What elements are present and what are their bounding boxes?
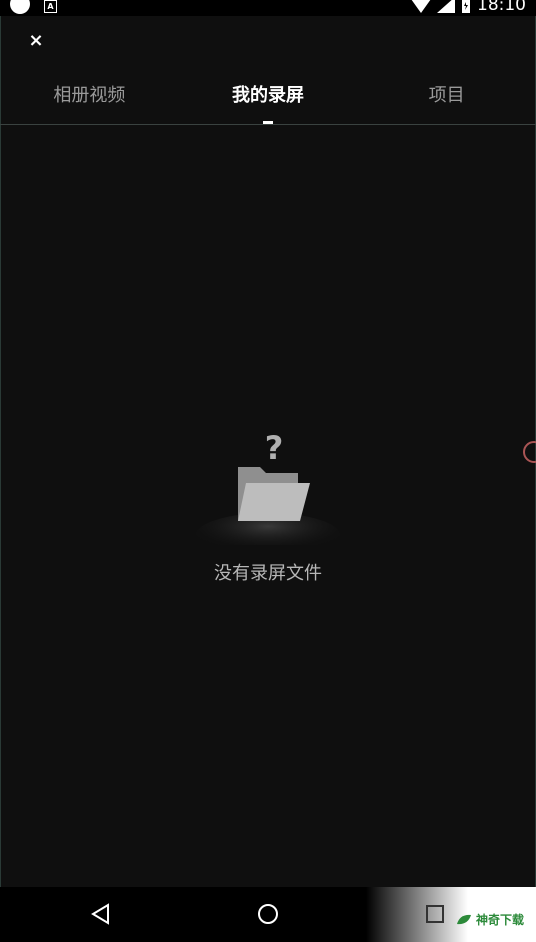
status-left-icons: A bbox=[10, 0, 57, 14]
empty-message: 没有录屏文件 bbox=[214, 563, 322, 584]
watermark: 神奇下载 bbox=[456, 911, 524, 928]
tab-bar: 相册视频 我的录屏 项目 bbox=[0, 76, 536, 124]
tab-album-videos[interactable]: 相册视频 bbox=[0, 76, 179, 124]
empty-state: ? 没有录屏文件 bbox=[0, 425, 536, 595]
circle-icon bbox=[10, 0, 30, 14]
status-bar: A 18:10 bbox=[0, 0, 536, 16]
wifi-icon bbox=[411, 0, 431, 13]
recents-icon[interactable] bbox=[422, 901, 448, 927]
status-right-icons: 18:10 bbox=[411, 0, 526, 15]
close-button[interactable]: × bbox=[25, 30, 47, 52]
tab-divider bbox=[0, 124, 536, 125]
signal-icon bbox=[437, 0, 455, 13]
tab-label: 我的录屏 bbox=[232, 85, 304, 106]
folder-question-icon: ? bbox=[196, 429, 340, 545]
back-icon[interactable] bbox=[88, 901, 114, 927]
battery-icon bbox=[462, 0, 470, 13]
navigation-bar: 神奇下载 bbox=[0, 887, 536, 942]
tab-label: 项目 bbox=[428, 85, 465, 106]
watermark-text: 神奇下载 bbox=[475, 913, 524, 927]
svg-text:?: ? bbox=[265, 429, 284, 467]
tab-label: 相册视频 bbox=[53, 85, 126, 106]
leaf-logo-icon bbox=[456, 914, 471, 924]
tab-projects[interactable]: 项目 bbox=[357, 76, 536, 124]
tab-my-recordings[interactable]: 我的录屏 bbox=[179, 76, 358, 124]
home-icon[interactable] bbox=[255, 901, 281, 927]
status-clock: 18:10 bbox=[477, 0, 526, 15]
a-icon: A bbox=[44, 0, 57, 13]
